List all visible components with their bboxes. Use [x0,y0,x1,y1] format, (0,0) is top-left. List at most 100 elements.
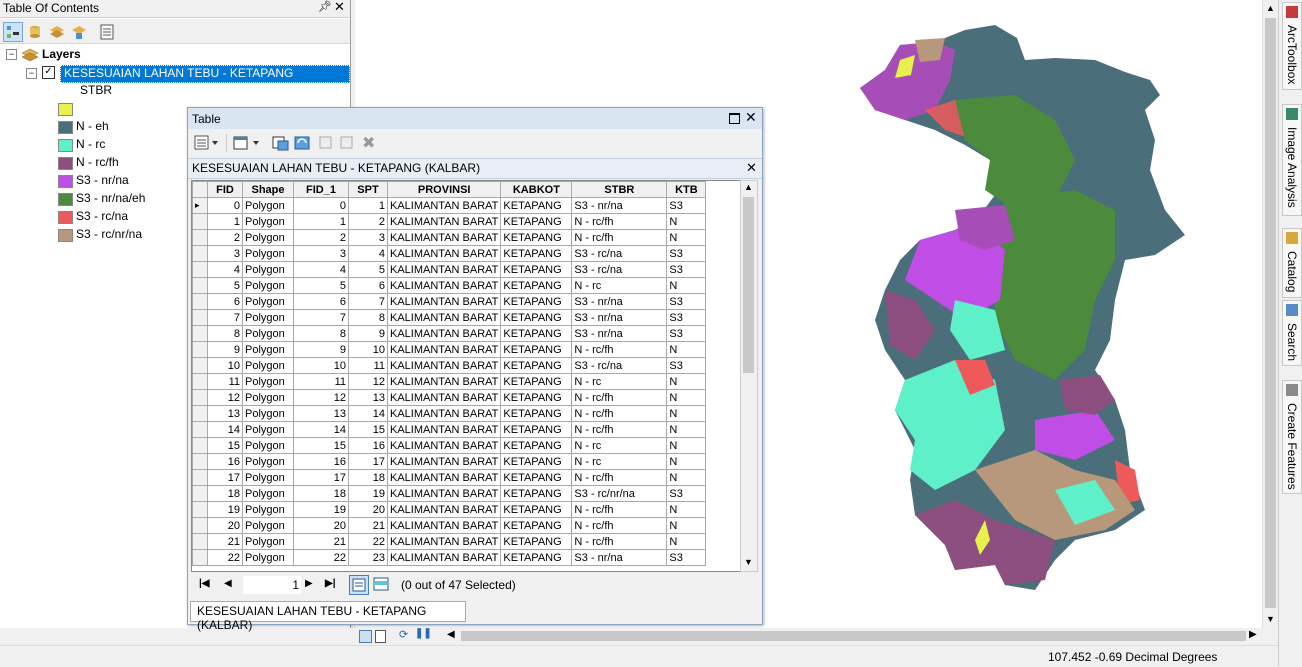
table-cell[interactable]: 4 [293,261,349,278]
table-cell[interactable]: KALIMANTAN BARAT [386,501,502,518]
table-row[interactable]: 10 Polygon 10 11 KALIMANTAN BARAT KETAPANG S3 … [192,357,707,374]
table-row[interactable]: 5 Polygon 5 6 KALIMANTAN BARAT KETAPANG N - rc… [192,277,707,294]
table-cell[interactable]: N [666,469,707,486]
table-cell[interactable]: KETAPANG [500,197,573,214]
table-cell[interactable]: S3 [666,357,707,374]
table-cell[interactable]: S3 - nr/na [571,549,668,566]
table-cell[interactable]: KETAPANG [500,245,573,262]
table-cell[interactable]: KETAPANG [500,277,573,294]
table-cell[interactable]: KALIMANTAN BARAT [386,469,502,486]
table-cell[interactable]: 2 [348,213,388,230]
table-cell[interactable]: Polygon [242,437,294,454]
table-cell[interactable]: S3 [666,309,707,326]
table-cell[interactable]: KALIMANTAN BARAT [386,389,502,406]
table-cell[interactable]: KALIMANTAN BARAT [386,197,502,214]
table-cell[interactable]: 5 [348,261,388,278]
table-cell[interactable]: N [666,405,707,422]
table-cell[interactable]: 0 [293,197,349,214]
table-cell[interactable]: 10 [207,357,243,374]
table-cell[interactable]: S3 - rc/na [571,357,668,374]
table-cell[interactable]: Polygon [242,389,294,406]
scroll-down-icon[interactable]: ▼ [1266,614,1275,624]
table-cell[interactable]: 20 [348,501,388,518]
table-cell[interactable]: KALIMANTAN BARAT [386,229,502,246]
table-cell[interactable]: KALIMANTAN BARAT [386,261,502,278]
table-title-bar[interactable]: Table ✕ [188,108,762,129]
table-cell[interactable]: N [666,453,707,470]
table-row[interactable]: 14 Polygon 14 15 KALIMANTAN BARAT KETAPANG N -… [192,421,707,438]
row-selector[interactable] [192,309,208,326]
table-cell[interactable]: S3 [666,485,707,502]
table-cell[interactable]: 6 [207,293,243,310]
table-row[interactable]: 21 Polygon 21 22 KALIMANTAN BARAT KETAPANG N -… [192,533,707,550]
legend-swatch[interactable] [58,103,73,116]
row-selector[interactable] [192,453,208,470]
table-cell[interactable]: 3 [207,245,243,262]
table-row[interactable]: 11 Polygon 11 12 KALIMANTAN BARAT KETAPANG N -… [192,373,707,390]
table-cell[interactable]: N - rc [571,373,668,390]
table-bottom-tab[interactable]: KESESUAIAN LAHAN TEBU - KETAPANG (KALBAR… [190,601,466,632]
table-cell[interactable]: KETAPANG [500,453,573,470]
legend-swatch[interactable] [58,211,73,224]
table-cell[interactable]: KETAPANG [500,501,573,518]
table-cell[interactable]: Polygon [242,469,294,486]
table-cell[interactable]: N [666,437,707,454]
table-cell[interactable]: Polygon [242,229,294,246]
table-cell[interactable]: S3 - rc/nr/na [571,485,668,502]
table-cell[interactable]: 7 [348,293,388,310]
table-cell[interactable]: 3 [348,229,388,246]
table-cell[interactable]: KALIMANTAN BARAT [386,485,502,502]
tab-search[interactable]: Search [1282,300,1302,366]
legend-swatch[interactable] [58,229,73,242]
delete-selected-icon[interactable]: ✖ [362,133,375,153]
table-cell[interactable]: Polygon [242,421,294,438]
table-row[interactable]: 8 Polygon 8 9 KALIMANTAN BARAT KETAPANG S3 - n… [192,325,707,342]
map-vertical-scrollbar[interactable]: ▲ ▼ [1262,0,1279,628]
table-cell[interactable]: 1 [348,197,388,214]
table-row[interactable]: 20 Polygon 20 21 KALIMANTAN BARAT KETAPANG N -… [192,517,707,534]
table-cell[interactable]: N - rc [571,437,668,454]
show-all-records-icon[interactable] [349,575,369,595]
table-row[interactable]: 2 Polygon 2 3 KALIMANTAN BARAT KETAPANG N - rc… [192,229,707,246]
table-cell[interactable]: S3 [666,549,707,566]
row-selector[interactable]: ▸ [192,197,208,214]
table-cell[interactable]: 18 [348,469,388,486]
table-cell[interactable]: 15 [207,437,243,454]
show-selected-records-icon[interactable] [372,575,390,593]
row-selector[interactable] [192,373,208,390]
table-cell[interactable]: N [666,501,707,518]
tab-arctoolbox[interactable]: ArcToolbox [1282,2,1302,90]
table-cell[interactable]: N - rc/fh [571,229,668,246]
table-cell[interactable]: N [666,533,707,550]
legend-swatch[interactable] [58,139,73,152]
table-cell[interactable]: KALIMANTAN BARAT [386,309,502,326]
table-cell[interactable]: N [666,389,707,406]
maximize-icon[interactable] [729,113,740,124]
table-cell[interactable]: Polygon [242,213,294,230]
table-cell[interactable]: KALIMANTAN BARAT [386,341,502,358]
list-by-visibility-icon[interactable] [47,22,67,42]
table-cell[interactable]: 22 [348,533,388,550]
table-cell[interactable]: N [666,517,707,534]
table-cell[interactable]: KALIMANTAN BARAT [386,245,502,262]
table-scroll-up-icon[interactable]: ▲ [744,182,753,192]
close-table-tab-icon[interactable]: ✕ [746,160,757,176]
table-cell[interactable]: Polygon [242,357,294,374]
table-cell[interactable]: KETAPANG [500,469,573,486]
table-cell[interactable]: KALIMANTAN BARAT [386,293,502,310]
table-row[interactable]: 18 Polygon 18 19 KALIMANTAN BARAT KETAPANG S3 … [192,485,707,502]
table-cell[interactable]: KETAPANG [500,373,573,390]
table-cell[interactable]: KETAPANG [500,517,573,534]
table-cell[interactable]: 4 [348,245,388,262]
table-cell[interactable]: 6 [293,293,349,310]
row-selector[interactable] [192,421,208,438]
table-cell[interactable]: N - rc [571,277,668,294]
table-cell[interactable]: S3 - nr/na [571,325,668,342]
table-cell[interactable]: Polygon [242,309,294,326]
table-cell[interactable]: N [666,277,707,294]
table-cell[interactable]: 17 [207,469,243,486]
table-cell[interactable]: S3 [666,325,707,342]
table-cell[interactable]: KALIMANTAN BARAT [386,549,502,566]
table-cell[interactable]: N [666,341,707,358]
table-cell[interactable]: 12 [207,389,243,406]
